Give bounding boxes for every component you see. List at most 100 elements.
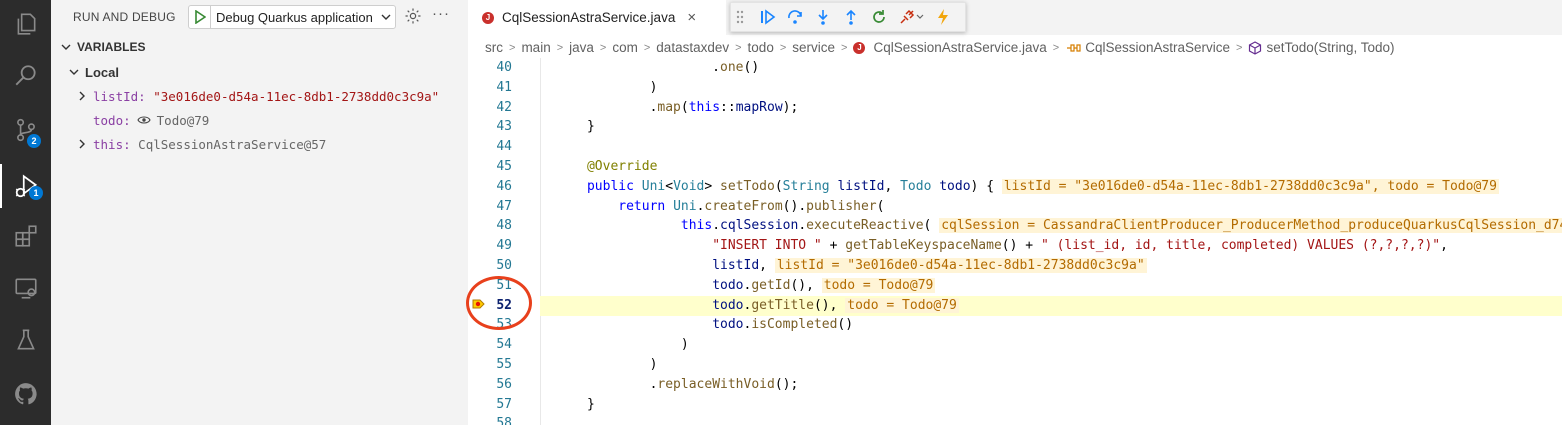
variables-section-header[interactable]: VARIABLES [59,40,145,54]
inline-value: todo = Todo@79 [821,277,936,293]
testing-icon[interactable] [0,318,51,362]
code-line[interactable]: return Uni.createFrom().publisher( [540,197,1562,217]
code-line[interactable]: } [540,395,1562,415]
line-number[interactable]: 50 [468,256,540,276]
line-number[interactable]: 56 [468,375,540,395]
debug-config-label: Debug Quarkus application [216,9,373,25]
extensions-icon[interactable] [0,214,51,258]
step-over-button[interactable] [781,5,809,29]
line-number[interactable]: 42 [468,98,540,118]
source-control-icon[interactable]: 2 [0,108,51,152]
line-number[interactable]: 58 [468,414,540,425]
scm-badge: 2 [27,134,41,148]
code-line[interactable]: "INSERT INTO " + getTableKeyspaceName() … [540,236,1562,256]
step-into-button[interactable] [809,5,837,29]
code-line[interactable] [540,137,1562,157]
debug-config-select[interactable]: Debug Quarkus application [188,5,396,29]
code-line[interactable]: todo.isCompleted() [540,315,1562,335]
breadcrumb-item[interactable]: src [485,40,503,55]
step-into-icon [818,10,828,25]
code-line[interactable]: ) [540,78,1562,98]
variable-row[interactable]: this: CqlSessionAstraService@57 [75,133,326,155]
debug-sidebar: RUN AND DEBUG Debug Quarkus application … [51,0,468,425]
class-icon [1067,43,1081,52]
lightning-icon [938,9,948,25]
chevron-down-icon [377,14,395,20]
breadcrumb-item[interactable]: todo [748,40,774,55]
editor-area: J CqlSessionAstraService.java × src > ma… [468,0,1562,425]
inline-value: todo = Todo@79 [845,297,959,313]
annotation-circle [466,276,532,330]
drag-handle-icon[interactable] [735,9,745,25]
inline-value: listId = "3e016de0-d54a-11ec-8db1-2738dd… [774,258,1147,273]
hot-reload-button[interactable] [929,5,957,29]
close-icon[interactable]: × [687,9,696,26]
line-number[interactable]: 54 [468,335,540,355]
breadcrumb-item[interactable]: setTodo(String, Todo) [1266,40,1394,55]
explorer-icon[interactable] [0,2,51,46]
continue-icon [761,9,776,25]
variables-title: VARIABLES [77,40,146,54]
step-out-icon [846,9,856,25]
continue-button[interactable] [753,5,781,29]
gear-icon[interactable] [404,7,424,27]
variable-row[interactable]: todo: Todo@79 [93,109,209,131]
search-icon[interactable] [0,54,51,98]
variable-name: listId [93,88,139,104]
variable-name: todo [93,112,124,128]
variable-row[interactable]: listId: "3e016de0-d54a-11ec-8db1-2738dd0… [75,85,439,107]
run-debug-icon[interactable]: 1 [0,164,51,208]
restart-icon [873,10,885,23]
current-code-line[interactable]: todo.getTitle(), todo = Todo@79 [540,295,1562,316]
code-line[interactable]: this.cqlSession.executeReactive( cqlSess… [540,216,1562,236]
start-debugging-button[interactable] [189,6,211,28]
editor-tab[interactable]: J CqlSessionAstraService.java × [468,0,726,35]
line-number[interactable]: 49 [468,236,540,256]
breadcrumb: src > main > java > com > datastaxdev > todo >… [485,40,1395,55]
line-number[interactable]: 57 [468,395,540,415]
breadcrumb-item[interactable]: service [792,40,835,55]
line-number[interactable]: 40 [468,58,540,78]
remote-explorer-icon[interactable] [0,266,51,310]
step-over-icon [788,10,802,24]
step-out-button[interactable] [837,5,865,29]
breadcrumb-item[interactable]: main [521,40,550,55]
java-file-icon: J [482,11,494,24]
line-number[interactable]: 43 [468,117,540,137]
line-number[interactable]: 41 [468,78,540,98]
breadcrumb-item[interactable]: CqlSessionAstraService.java [873,40,1046,55]
code-line[interactable]: listId, listId = "3e016de0-d54a-11ec-8db… [540,256,1562,276]
activity-bar: 2 1 [0,0,51,425]
scope-local[interactable]: Local [67,61,119,83]
breadcrumb-item[interactable]: java [569,40,594,55]
code-line[interactable] [540,414,1562,425]
code-line[interactable]: @Override [540,157,1562,177]
code-line[interactable]: .map(this::mapRow); [540,98,1562,118]
code-line[interactable]: todo.getId(), todo = Todo@79 [540,276,1562,296]
method-icon [1249,40,1262,55]
line-number[interactable]: 46 [468,177,540,197]
breadcrumb-item[interactable]: com [612,40,638,55]
variable-value: "3e016de0-d54a-11ec-8db1-2738dd0c3c9a" [153,88,440,104]
line-number[interactable]: 48 [468,216,540,236]
disconnect-button[interactable] [893,5,929,29]
breadcrumb-item[interactable]: datastaxdev [656,40,729,55]
code-line[interactable]: } [540,117,1562,137]
line-number[interactable]: 47 [468,197,540,217]
code-line[interactable]: public Uni<Void> setTodo(String listId, … [540,177,1562,197]
code-line[interactable]: .replaceWithVoid(); [540,375,1562,395]
line-number[interactable]: 45 [468,157,540,177]
tab-bar: J CqlSessionAstraService.java × [468,0,1562,35]
code-line[interactable]: ) [540,335,1562,355]
breadcrumb-item[interactable]: CqlSessionAstraService [1085,40,1230,55]
debug-toolbar [730,2,966,32]
restart-button[interactable] [865,5,893,29]
code-line[interactable]: .one() [540,58,1562,78]
code-line[interactable]: ) [540,355,1562,375]
line-number[interactable]: 55 [468,355,540,375]
tab-label: CqlSessionAstraService.java [502,10,676,25]
line-number[interactable]: 44 [468,137,540,157]
debug-badge: 1 [29,186,43,200]
more-actions-icon[interactable]: ··· [432,5,452,25]
github-icon[interactable] [0,372,51,416]
